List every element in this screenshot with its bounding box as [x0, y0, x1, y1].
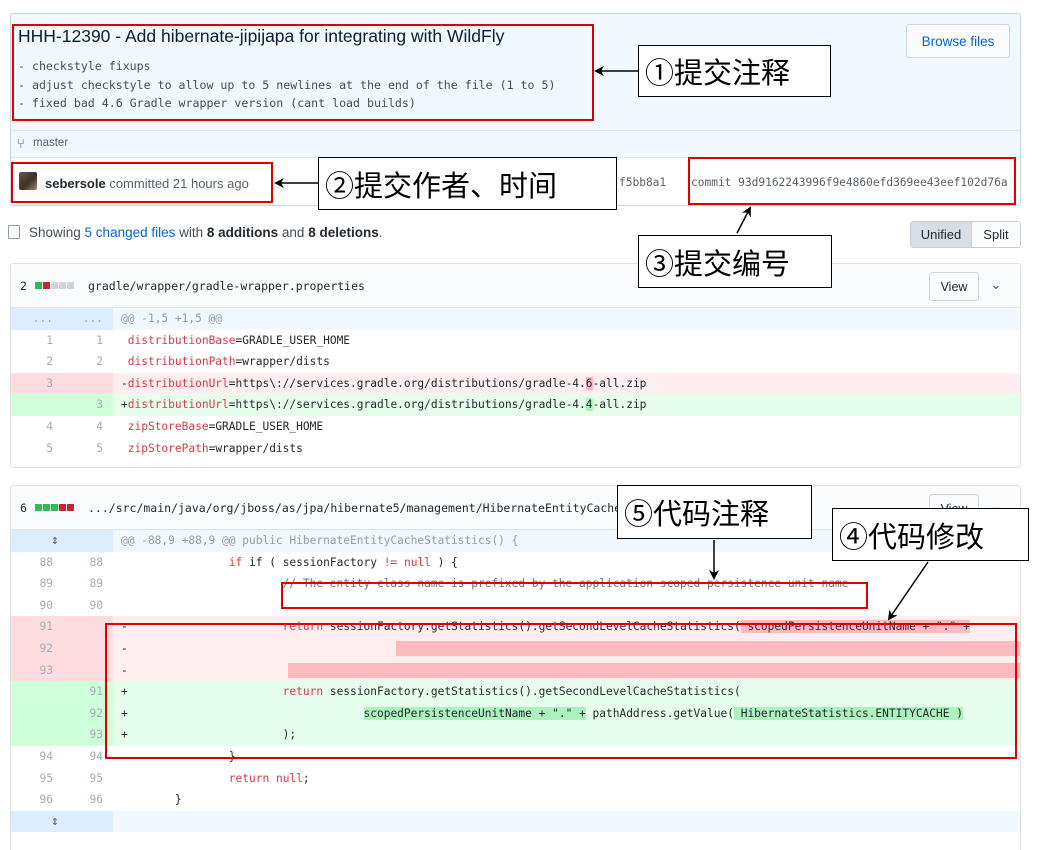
- annotation-commit-message: ①提交注释: [638, 45, 831, 97]
- annotation-code-comment: ⑤代码注释: [617, 485, 812, 539]
- annotation-code-change: ④代码修改: [832, 508, 1029, 561]
- annotation-arrows: [274, 66, 929, 621]
- annotation-commit-id: ③提交编号: [638, 235, 832, 288]
- annotation-author-time: ②提交作者、时间: [318, 157, 617, 210]
